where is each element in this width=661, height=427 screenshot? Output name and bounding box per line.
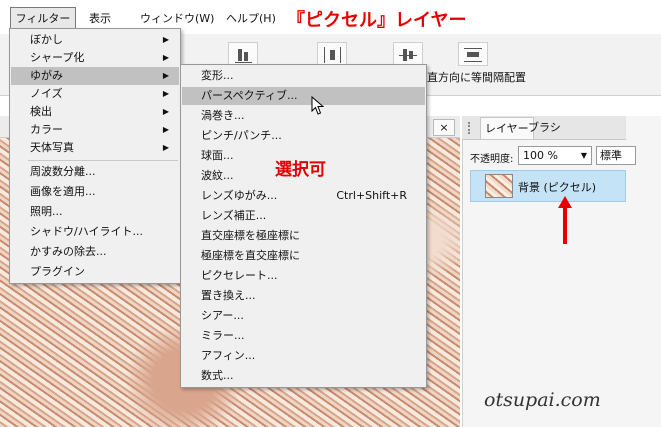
opacity-label: 不透明度: [470,154,514,165]
layer-name: 背景 (ピクセル) [518,181,597,194]
chevron-right-icon: ▶ [162,143,169,152]
blend-mode-select[interactable]: 標準 [596,146,636,165]
menu-item-astrophotography[interactable]: 天体写真 ▶ [11,139,179,157]
menu-item-shear[interactable]: シアー... [182,307,425,325]
menu-item-apply-image[interactable]: 画像を適用... [11,183,179,201]
menu-item-plugins[interactable]: プラグイン [11,263,179,281]
layer-thumbnail [485,174,513,198]
menu-item-shadows-highlights[interactable]: シャドウ/ハイライト... [11,223,179,241]
menu-item-noise[interactable]: ノイズ ▶ [11,85,179,103]
menu-item-displace[interactable]: 置き換え... [182,287,425,305]
menu-item-twirl[interactable]: 渦巻き... [182,107,425,125]
menu-item-frequency-separation[interactable]: 周波数分離... [11,163,179,181]
distribute-vertical-label: 直方向に等間隔配置 [427,71,526,84]
close-icon[interactable]: × [433,119,455,136]
menu-item-perspective[interactable]: パースペクティブ... [182,87,425,105]
watermark: otsupai.com [484,389,601,411]
menu-help[interactable]: ヘルプ(H) [226,9,276,29]
menu-item-equations[interactable]: 数式... [182,367,425,385]
annotation-title: 『ピクセル』レイヤー [287,10,467,31]
menu-item-pinch-punch[interactable]: ピンチ/パンチ... [182,127,425,145]
chevron-down-icon: ▼ [580,151,587,160]
menu-item-mirror[interactable]: ミラー... [182,327,425,345]
menu-separator [28,160,178,161]
menu-item-deform[interactable]: 変形... [182,67,425,85]
chevron-right-icon: ▶ [162,53,169,62]
filter-menu: ぼかし ▶ シャープ化 ▶ ゆがみ ▶ ノイズ ▶ 検出 ▶ カラー ▶ 天体写真 ▶ 周波数… [9,28,181,284]
chevron-right-icon: ▶ [162,35,169,44]
chevron-right-icon: ▶ [162,89,169,98]
opacity-select[interactable]: 100 % ▼ [518,146,592,165]
align-bottom-icon[interactable] [228,42,258,66]
menu-item-lens-distortion[interactable]: レンズゆがみ... Ctrl+Shift+R [182,187,425,205]
shortcut-label: Ctrl+Shift+R [336,189,407,202]
menu-item-sharpen[interactable]: シャープ化 ▶ [11,49,179,67]
chevron-right-icon: ▶ [162,107,169,116]
menu-item-pixelate[interactable]: ピクセレート... [182,267,425,285]
annotation-arrow-icon [558,196,572,244]
drag-handle-icon[interactable] [468,122,474,134]
chevron-right-icon: ▶ [162,71,169,80]
menu-item-polar-to-rect[interactable]: 極座標を直交座標に [182,247,425,265]
opacity-value: 100 % [523,149,558,162]
mouse-pointer-icon [311,96,325,115]
chevron-right-icon: ▶ [162,125,169,134]
menu-item-lighting[interactable]: 照明... [11,203,179,221]
menu-item-rect-to-polar[interactable]: 直交座標を極座標に [182,227,425,245]
menu-view[interactable]: 表示 [89,9,111,29]
menu-window[interactable]: ウィンドウ(W) [140,9,214,29]
menu-item-detect[interactable]: 検出 ▶ [11,103,179,121]
align-center-icon[interactable] [393,42,423,66]
menu-item-lens-correction[interactable]: レンズ補正... [182,207,425,225]
distribute-vertical-icon[interactable] [458,42,488,66]
menu-item-distort[interactable]: ゆがみ ▶ [11,67,179,85]
layer-row[interactable]: 背景 (ピクセル) [470,170,626,202]
menu-item-dehaze[interactable]: かすみの除去... [11,243,179,261]
distribute-horizontal-icon[interactable] [317,42,347,66]
annotation-selectable: 選択可 [275,160,326,180]
menu-item-affine[interactable]: アフィン... [182,347,425,365]
tab-brushes[interactable]: ブラシ [524,117,565,139]
menu-item-blur[interactable]: ぼかし ▶ [11,31,179,49]
menu-item-color[interactable]: カラー ▶ [11,121,179,139]
distort-submenu: 変形... パースペクティブ... 渦巻き... ピンチ/パンチ... 球面..… [180,64,427,388]
